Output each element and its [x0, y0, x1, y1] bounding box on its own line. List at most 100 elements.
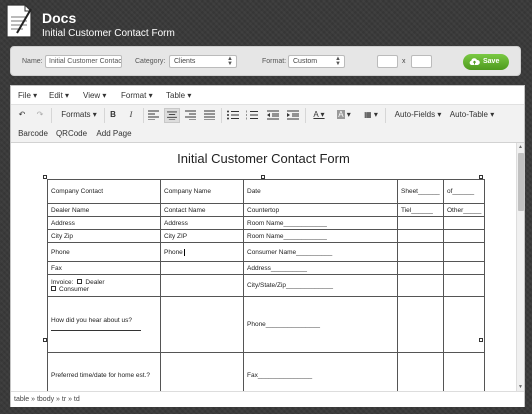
format-select[interactable]: Custom ▲ ▼	[288, 55, 345, 68]
cell-text: Fax	[51, 264, 62, 272]
auto-fields-dropdown[interactable]: Auto-Fields ▾	[389, 108, 447, 122]
format-value: Custom	[293, 58, 318, 65]
vertical-scrollbar[interactable]: ▲ ▼	[516, 143, 524, 391]
table-cell[interactable]	[442, 216, 486, 230]
form-table[interactable]: Company Contact Company Name Date Sheet____…	[47, 179, 486, 391]
menu-table[interactable]: Table ▾	[166, 91, 191, 100]
text-color-icon[interactable]: A ▾	[309, 108, 329, 122]
table-cell[interactable]	[442, 242, 486, 262]
consumer-checkbox[interactable]	[51, 286, 56, 292]
element-path-statusbar: table » tbody » tr » td	[11, 391, 524, 407]
table-cell[interactable]	[397, 352, 444, 391]
scrollbar-thumb[interactable]	[518, 153, 524, 211]
table-cell[interactable]: Phone	[160, 242, 244, 262]
table-cell[interactable]: of______	[442, 179, 486, 204]
app-title: Docs	[42, 10, 77, 26]
table-cell[interactable]	[160, 352, 244, 391]
insert-toolbar: Barcode QRCode Add Page	[11, 126, 524, 143]
redo-icon[interactable]: ↷	[33, 108, 47, 122]
outdent-icon[interactable]	[267, 110, 279, 120]
table-cell[interactable]	[442, 274, 486, 297]
table-cell[interactable]: Sheet______	[397, 179, 444, 204]
resize-handle[interactable]	[43, 175, 47, 179]
table-cell[interactable]: Company Name	[160, 179, 244, 204]
table-cell[interactable]: City ZIP	[160, 229, 244, 243]
editor-content[interactable]: Initial Customer Contact Form Company Co…	[11, 143, 516, 391]
table-cell[interactable]	[160, 261, 244, 275]
scroll-down-icon[interactable]: ▼	[518, 384, 523, 390]
add-page-button[interactable]: Add Page	[93, 127, 135, 141]
table-cell[interactable]	[160, 274, 244, 297]
table-cell[interactable]: City/State/Zip_____________	[243, 274, 398, 297]
bold-button[interactable]: B	[106, 108, 120, 122]
width-input[interactable]	[377, 55, 398, 68]
height-input[interactable]	[411, 55, 432, 68]
table-cell[interactable]: Fax_______________	[243, 352, 398, 391]
scroll-up-icon[interactable]: ▲	[518, 144, 523, 150]
save-button[interactable]: Save	[463, 54, 509, 70]
table-cell[interactable]: Fax	[47, 261, 161, 275]
cell-text: Company Name	[164, 188, 211, 195]
name-input[interactable]: Initial Customer Contac	[45, 55, 122, 68]
auto-table-dropdown[interactable]: Auto-Table ▾	[447, 108, 497, 122]
table-cell[interactable]: Other_____	[442, 203, 486, 217]
dealer-checkbox[interactable]	[77, 279, 83, 285]
table-cell[interactable]: Consumer Name__________	[243, 242, 398, 262]
table-icon[interactable]: ▦ ▾	[362, 108, 380, 122]
resize-handle[interactable]	[43, 338, 47, 342]
table-cell[interactable]: Countertop	[243, 203, 398, 217]
table-cell[interactable]: Preferred time/date for home est.?	[47, 352, 161, 391]
table-cell[interactable]	[160, 296, 244, 353]
table-cell[interactable]	[397, 229, 444, 243]
table-cell[interactable]	[442, 352, 486, 391]
resize-handle[interactable]	[479, 175, 483, 179]
menu-format[interactable]: Format ▾	[121, 91, 153, 100]
resize-handle[interactable]	[261, 175, 265, 179]
table-cell[interactable]	[442, 296, 486, 353]
cell-text: Tiel______	[401, 206, 433, 214]
app-header: Docs Initial Customer Contact Form	[0, 0, 532, 44]
table-cell[interactable]: Tiel______	[397, 203, 444, 217]
align-center-icon[interactable]	[164, 108, 180, 123]
document-settings-bar: Name: Initial Customer Contac Category: …	[10, 46, 521, 76]
barcode-button[interactable]: Barcode	[15, 127, 51, 141]
menu-edit[interactable]: Edit ▾	[49, 91, 69, 100]
table-cell[interactable]	[442, 261, 486, 275]
align-right-icon[interactable]	[185, 110, 196, 120]
italic-button[interactable]: I	[124, 108, 138, 122]
table-cell[interactable]: Dealer Name	[47, 203, 161, 217]
table-cell[interactable]	[397, 242, 444, 262]
table-cell[interactable]	[397, 261, 444, 275]
table-cell[interactable]	[397, 296, 444, 353]
menu-view[interactable]: View ▾	[83, 91, 106, 100]
table-cell[interactable]: Address	[47, 216, 161, 230]
table-cell[interactable]: Phone	[47, 242, 161, 262]
resize-handle[interactable]	[479, 338, 483, 342]
table-cell[interactable]: City Zip	[47, 229, 161, 243]
table-cell[interactable]: Room Name____________	[243, 216, 398, 230]
background-color-icon[interactable]: A ▾	[334, 108, 354, 122]
table-cell[interactable]	[397, 216, 444, 230]
menu-file[interactable]: File ▾	[18, 91, 37, 100]
qrcode-button[interactable]: QRCode	[54, 127, 89, 141]
align-justify-icon[interactable]	[204, 110, 215, 120]
undo-icon[interactable]: ↶	[15, 108, 29, 122]
table-cell[interactable]: How did you hear about us?	[47, 296, 161, 353]
table-cell[interactable]: Address	[160, 216, 244, 230]
table-cell[interactable]: Company Contact	[47, 179, 161, 204]
bullet-list-icon[interactable]	[227, 110, 239, 120]
table-cell[interactable]: Date	[243, 179, 398, 204]
table-cell[interactable]: Contact Name	[160, 203, 244, 217]
table-row: Address Address Room Name____________	[47, 216, 486, 230]
table-cell[interactable]: Address__________	[243, 261, 398, 275]
numbered-list-icon[interactable]	[246, 110, 258, 120]
table-cell[interactable]	[397, 274, 444, 297]
table-cell[interactable]: Room Name____________	[243, 229, 398, 243]
table-cell[interactable]	[442, 229, 486, 243]
table-cell[interactable]: Phone_______________	[243, 296, 398, 353]
category-select[interactable]: Clients ▲ ▼	[169, 55, 237, 68]
align-left-icon[interactable]	[148, 110, 159, 120]
formats-dropdown[interactable]: Formats ▾	[55, 108, 103, 122]
table-cell[interactable]: Invoice: Dealer Consumer	[47, 274, 161, 297]
indent-icon[interactable]	[287, 110, 299, 120]
